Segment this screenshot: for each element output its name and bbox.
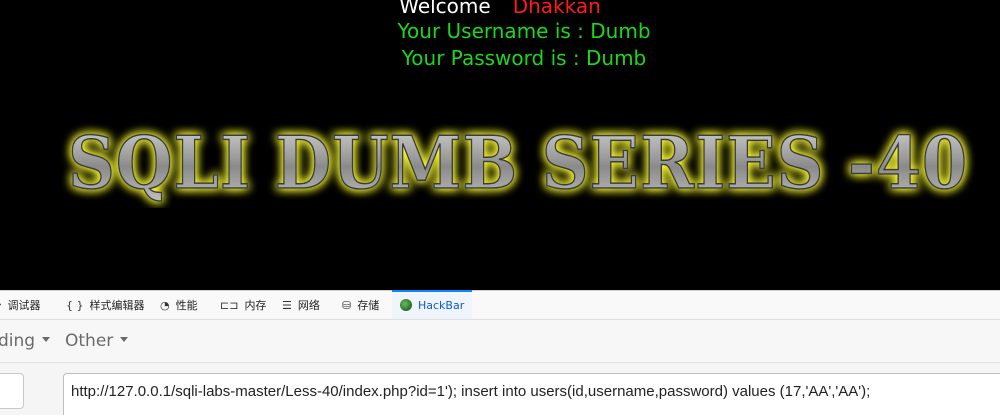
hackbar-icon [400,299,412,311]
tab-performance[interactable]: ◔ 性能 [160,291,198,319]
chevron-down-icon [42,336,51,342]
hackbar-panel: ding Other http://127.0.0.1/sqli-labs-ma… [0,320,1000,415]
tab-label: 内存 [244,299,267,312]
performance-icon: ◔ [160,298,170,312]
storage-icon: ⛁ [342,298,352,312]
username-line: Your Username is : Dumb [397,19,651,43]
encoding-menu-label: ding [0,331,36,351]
tab-style-editor[interactable]: { } 样式编辑器 [66,291,145,319]
tab-label: 性能 [175,299,198,312]
memory-icon: ⊏⊐ [220,298,239,312]
page-content: Welcome Dhakkan Your Username is : Dumb Y… [0,0,1000,290]
series-banner: SQLI DUMB SERIES -40 [60,118,1000,208]
banner-svg: SQLI DUMB SERIES -40 [67,119,968,206]
browser-page: Welcome Dhakkan Your Username is : Dumb Y… [0,0,1000,415]
debugger-icon: ⏵ [0,298,2,312]
tab-label: 存储 [357,299,380,312]
tab-hackbar[interactable]: HackBar [392,290,473,319]
tab-debugger[interactable]: ⏵ 调试器 [0,291,41,319]
welcome-text: Welcome [399,0,491,18]
side-button[interactable] [0,373,24,409]
other-menu[interactable]: Other [65,331,129,351]
welcome-line: Welcome Dhakkan [0,0,1000,18]
devtools-toolbar: ⏵ 调试器 { } 样式编辑器 ◔ 性能 ⊏⊐ 内存 ☰ 网络 ⛁ 存储 Hac… [0,290,1000,320]
password-line: Your Password is : Dumb [401,46,647,70]
style-editor-icon: { } [66,298,84,312]
encoding-menu[interactable]: ding [0,331,51,351]
url-input[interactable]: http://127.0.0.1/sqli-labs-master/Less-4… [63,373,1000,415]
tab-label: 网络 [297,299,320,312]
banner-title: SQLI DUMB SERIES -40 [68,120,968,205]
chevron-down-icon [120,336,129,342]
tab-label: HackBar [418,298,465,312]
other-menu-label: Other [65,331,114,351]
hackbar-menu: ding Other [0,320,1000,363]
tab-memory[interactable]: ⊏⊐ 内存 [220,291,266,319]
tab-storage[interactable]: ⛁ 存储 [342,291,379,319]
tab-label: 调试器 [7,299,41,312]
tab-label: 样式编辑器 [89,299,145,312]
tab-network[interactable]: ☰ 网络 [282,291,320,319]
network-icon: ☰ [282,298,292,312]
welcome-name: Dhakkan [512,0,601,18]
